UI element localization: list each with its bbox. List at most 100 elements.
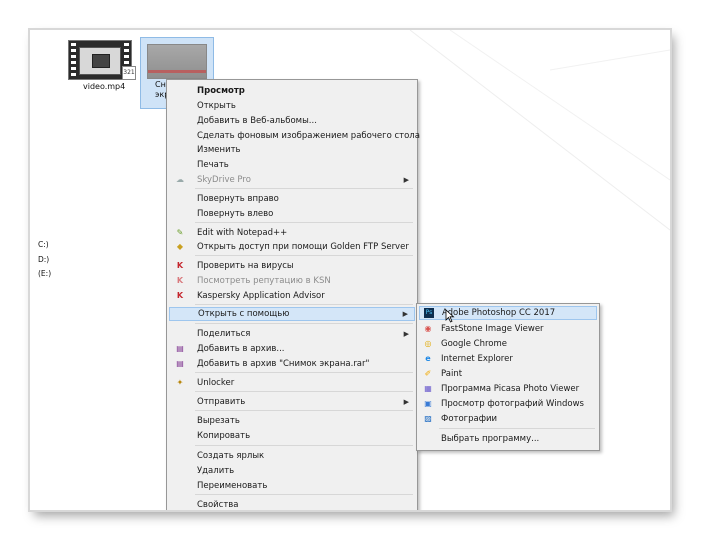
menu-item-open[interactable]: Открыть <box>169 99 415 113</box>
ftp-server-icon: ◆ <box>176 242 184 251</box>
winrar-icon: ▤ <box>176 344 184 353</box>
kaspersky-icon: K <box>176 276 184 285</box>
picasa-icon: ▦ <box>424 384 432 393</box>
menu-item-scan-virus[interactable]: K Проверить на вирусы <box>169 259 415 273</box>
menu-separator <box>195 188 413 189</box>
menu-item-copy[interactable]: Копировать <box>169 429 415 443</box>
drive-c-label[interactable]: C:) <box>38 238 51 253</box>
menu-separator <box>195 445 413 446</box>
menu-item-label: Просмотр <box>197 86 245 96</box>
skydrive-icon: ☁ <box>176 175 184 184</box>
submenu-arrow-icon: ▶ <box>403 176 409 184</box>
menu-item-open-with[interactable]: Открыть с помощью ▶ <box>169 307 415 321</box>
screenshot-frame: 321 video.mp4 Сн экра C:) D:) (E:) Просм… <box>30 30 670 510</box>
film-holes-left <box>71 43 76 77</box>
menu-separator <box>195 494 413 495</box>
menu-item-label: Выбрать программу... <box>441 434 540 444</box>
photos-icon: ▨ <box>424 414 432 423</box>
menu-item-label: Проверить на вирусы <box>197 261 294 271</box>
menu-item-label: Копировать <box>197 431 251 441</box>
menu-item-label: Просмотр фотографий Windows <box>441 399 584 409</box>
menu-item-label: Добавить в архив "Снимок экрана.rar" <box>197 359 370 369</box>
menu-item-skydrive-pro[interactable]: ☁ SkyDrive Pro ▶ <box>169 173 415 187</box>
menu-item-print[interactable]: Печать <box>169 158 415 172</box>
menu-item-ksn-reputation[interactable]: K Посмотреть репутацию в KSN <box>169 274 415 288</box>
menu-item-rename[interactable]: Переименовать <box>169 479 415 493</box>
drive-e-label[interactable]: (E:) <box>38 267 51 282</box>
menu-item-label: Удалить <box>197 466 235 476</box>
faststone-icon: ◉ <box>424 324 432 333</box>
submenu-item-faststone[interactable]: ◉ FastStone Image Viewer <box>419 322 597 336</box>
paint-icon: ✐ <box>424 369 432 378</box>
menu-item-label: Поделиться <box>197 329 251 339</box>
menu-item-label: SkyDrive Pro <box>197 175 251 185</box>
submenu-item-paint[interactable]: ✐ Paint <box>419 367 597 381</box>
menu-item-label: FastStone Image Viewer <box>441 324 544 334</box>
menu-item-label: Повернуть влево <box>197 209 274 219</box>
ie-icon: e <box>425 354 431 363</box>
submenu-item-photos[interactable]: ▨ Фотографии <box>419 412 597 426</box>
menu-item-add-web-albums[interactable]: Добавить в Веб-альбомы... <box>169 114 415 128</box>
menu-item-label: Unlocker <box>197 378 235 388</box>
menu-item-label: Программа Picasa Photo Viewer <box>441 384 580 394</box>
video-file-label: video.mp4 <box>83 82 126 91</box>
mouse-cursor-icon <box>445 309 455 323</box>
photoshop-icon: Ps <box>424 308 434 318</box>
menu-item-rotate-right[interactable]: Повернуть вправо <box>169 192 415 206</box>
submenu-item-windows-photo-viewer[interactable]: ▣ Просмотр фотографий Windows <box>419 397 597 411</box>
menu-separator <box>195 410 413 411</box>
menu-item-label: Internet Explorer <box>441 354 513 364</box>
menu-item-edit-notepad-plus[interactable]: ✎ Edit with Notepad++ <box>169 226 415 240</box>
menu-item-rotate-left[interactable]: Повернуть влево <box>169 207 415 221</box>
menu-separator <box>195 255 413 256</box>
media-player-badge-icon: 321 <box>122 66 136 80</box>
menu-item-add-archive[interactable]: ▤ Добавить в архив... <box>169 342 415 356</box>
menu-item-edit[interactable]: Изменить <box>169 143 415 157</box>
menu-item-label: Открыть <box>197 101 236 111</box>
menu-item-label: Adobe Photoshop CC 2017 <box>442 308 556 318</box>
menu-item-delete[interactable]: Удалить <box>169 464 415 478</box>
submenu-item-choose-program[interactable]: Выбрать программу... <box>419 432 597 446</box>
menu-item-unlocker[interactable]: ✦ Unlocker <box>169 376 415 390</box>
kaspersky-icon: K <box>176 261 184 270</box>
submenu-item-picasa[interactable]: ▦ Программа Picasa Photo Viewer <box>419 382 597 396</box>
menu-separator <box>195 222 413 223</box>
kaspersky-icon: K <box>176 291 184 300</box>
menu-item-properties[interactable]: Свойства <box>169 498 415 510</box>
menu-item-label: Повернуть вправо <box>197 194 279 204</box>
menu-item-label: Свойства <box>197 500 239 510</box>
menu-item-preview[interactable]: Просмотр <box>169 84 415 98</box>
notepad-plus-icon: ✎ <box>176 228 184 237</box>
menu-separator <box>195 391 413 392</box>
menu-item-label: Kaspersky Application Advisor <box>197 291 325 301</box>
menu-item-kaspersky-advisor[interactable]: K Kaspersky Application Advisor <box>169 289 415 303</box>
drive-d-label[interactable]: D:) <box>38 253 51 268</box>
menu-item-label: Посмотреть репутацию в KSN <box>197 276 331 286</box>
menu-item-label: Edit with Notepad++ <box>197 228 288 238</box>
chrome-icon: ◎ <box>424 339 432 348</box>
unlocker-icon: ✦ <box>176 378 184 387</box>
menu-item-golden-ftp[interactable]: ◆ Открыть доступ при помощи Golden FTP S… <box>169 240 415 254</box>
submenu-item-chrome[interactable]: ◎ Google Chrome <box>419 337 597 351</box>
menu-item-add-archive-named[interactable]: ▤ Добавить в архив "Снимок экрана.rar" <box>169 357 415 371</box>
image-thumbnail <box>147 44 207 79</box>
submenu-arrow-icon: ▶ <box>403 398 409 406</box>
menu-separator <box>195 304 413 305</box>
menu-item-label: Переименовать <box>197 481 268 491</box>
menu-item-label: Вырезать <box>197 416 240 426</box>
menu-item-set-wallpaper[interactable]: Сделать фоновым изображением рабочего ст… <box>169 129 420 143</box>
submenu-arrow-icon: ▶ <box>403 330 409 338</box>
menu-item-cut[interactable]: Вырезать <box>169 414 415 428</box>
submenu-item-internet-explorer[interactable]: e Internet Explorer <box>419 352 597 366</box>
menu-item-send-to[interactable]: Отправить ▶ <box>169 395 415 409</box>
video-frame <box>79 47 121 75</box>
menu-separator <box>195 323 413 324</box>
menu-item-create-shortcut[interactable]: Создать ярлык <box>169 449 415 463</box>
menu-item-label: Создать ярлык <box>197 451 265 461</box>
menu-item-label: Открыть с помощью <box>198 309 290 319</box>
menu-item-share[interactable]: Поделиться ▶ <box>169 327 415 341</box>
menu-item-label: Добавить в Веб-альбомы... <box>197 116 317 126</box>
menu-item-label: Печать <box>197 160 229 170</box>
drive-list: C:) D:) (E:) <box>38 238 51 282</box>
context-menu: Просмотр Открыть Добавить в Веб-альбомы.… <box>166 79 420 510</box>
